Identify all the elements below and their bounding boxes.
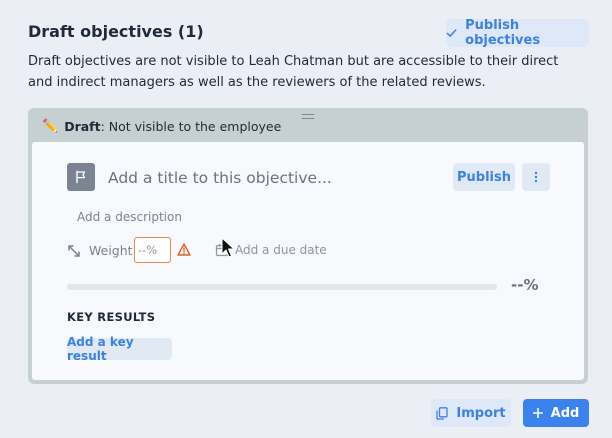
objective-editor: Publish Weight: [32, 142, 584, 380]
check-icon [446, 29, 457, 37]
flag-icon [67, 163, 95, 191]
objectives-page: Draft objectives (1) Publish objectives … [0, 0, 612, 438]
add-key-result-button[interactable]: Add a key result [67, 335, 172, 363]
drag-handle-icon[interactable] [302, 114, 314, 119]
due-date-button[interactable]: Add a due date [235, 243, 327, 257]
add-label: Add [550, 405, 580, 421]
more-vertical-icon [534, 171, 538, 183]
import-label: Import [456, 405, 506, 421]
resize-arrows-icon [68, 245, 80, 257]
publish-objectives-button[interactable]: Publish objectives [446, 18, 589, 48]
weight-row: Weight: Add a due date [67, 237, 547, 265]
draft-banner-text: Draft: Not visible to the employee [64, 118, 282, 134]
warning-icon [177, 243, 191, 256]
progress-value: --% [511, 276, 539, 294]
mouse-cursor-icon [221, 237, 235, 258]
pencil-icon: ✏️ [42, 118, 59, 134]
draft-objective-card: ✏️ Draft: Not visible to the employee Pu… [28, 108, 588, 384]
publish-objectives-label: Publish objectives [465, 18, 541, 48]
weight-input[interactable] [134, 237, 171, 263]
copy-icon [436, 406, 449, 420]
more-options-button[interactable] [522, 163, 550, 191]
publish-button[interactable]: Publish [453, 163, 515, 191]
weight-label: Weight: [89, 243, 137, 258]
plus-icon [532, 408, 543, 418]
progress-bar [67, 284, 497, 290]
add-button[interactable]: Add [523, 399, 589, 427]
objective-title-input[interactable] [108, 166, 438, 190]
draft-banner: ✏️ Draft: Not visible to the employee [42, 117, 281, 135]
draft-description: Draft objectives are not visible to Leah… [28, 54, 559, 90]
import-button[interactable]: Import [431, 399, 511, 427]
objective-description-input[interactable] [77, 208, 377, 226]
page-title: Draft objectives (1) [28, 22, 204, 41]
key-results-heading: KEY RESULTS [67, 310, 156, 324]
